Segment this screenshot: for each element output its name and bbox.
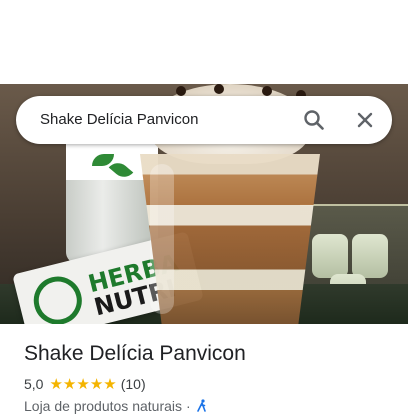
search-button[interactable] xyxy=(298,104,330,136)
walking-person-icon xyxy=(196,399,206,412)
bottle xyxy=(352,234,388,278)
star-icon: ★ xyxy=(76,375,90,393)
bottle xyxy=(312,234,348,278)
herbalife-logo-icon xyxy=(28,271,87,324)
close-button[interactable] xyxy=(349,104,381,136)
category-row: Loja de produtos naturais · xyxy=(24,398,209,414)
search-icon xyxy=(304,110,324,130)
search-bar[interactable]: Shake Delícia Panvicon xyxy=(16,96,392,144)
top-blank-area xyxy=(0,0,408,84)
star-icon: ★ xyxy=(103,375,117,393)
chocolate-chip xyxy=(262,86,272,96)
place-category: Loja de produtos naturais xyxy=(24,398,182,414)
close-icon xyxy=(357,112,373,128)
place-title: Shake Delícia Panvicon xyxy=(24,342,246,365)
chocolate-chip xyxy=(214,84,224,94)
chocolate-chip xyxy=(176,86,186,96)
rating-value: 5,0 xyxy=(24,376,44,392)
star-icon: ★ xyxy=(89,375,104,393)
star-icon: ★ xyxy=(49,375,63,393)
search-input[interactable]: Shake Delícia Panvicon xyxy=(40,110,198,130)
star-icon: ★ xyxy=(62,375,77,393)
review-count[interactable]: (10) xyxy=(121,376,146,392)
rating-stars: ★ ★ ★ ★ ★ xyxy=(49,376,116,392)
rating-row[interactable]: 5,0 ★ ★ ★ ★ ★ (10) xyxy=(24,374,146,394)
separator: · xyxy=(186,398,191,414)
cup-highlight xyxy=(150,164,174,314)
